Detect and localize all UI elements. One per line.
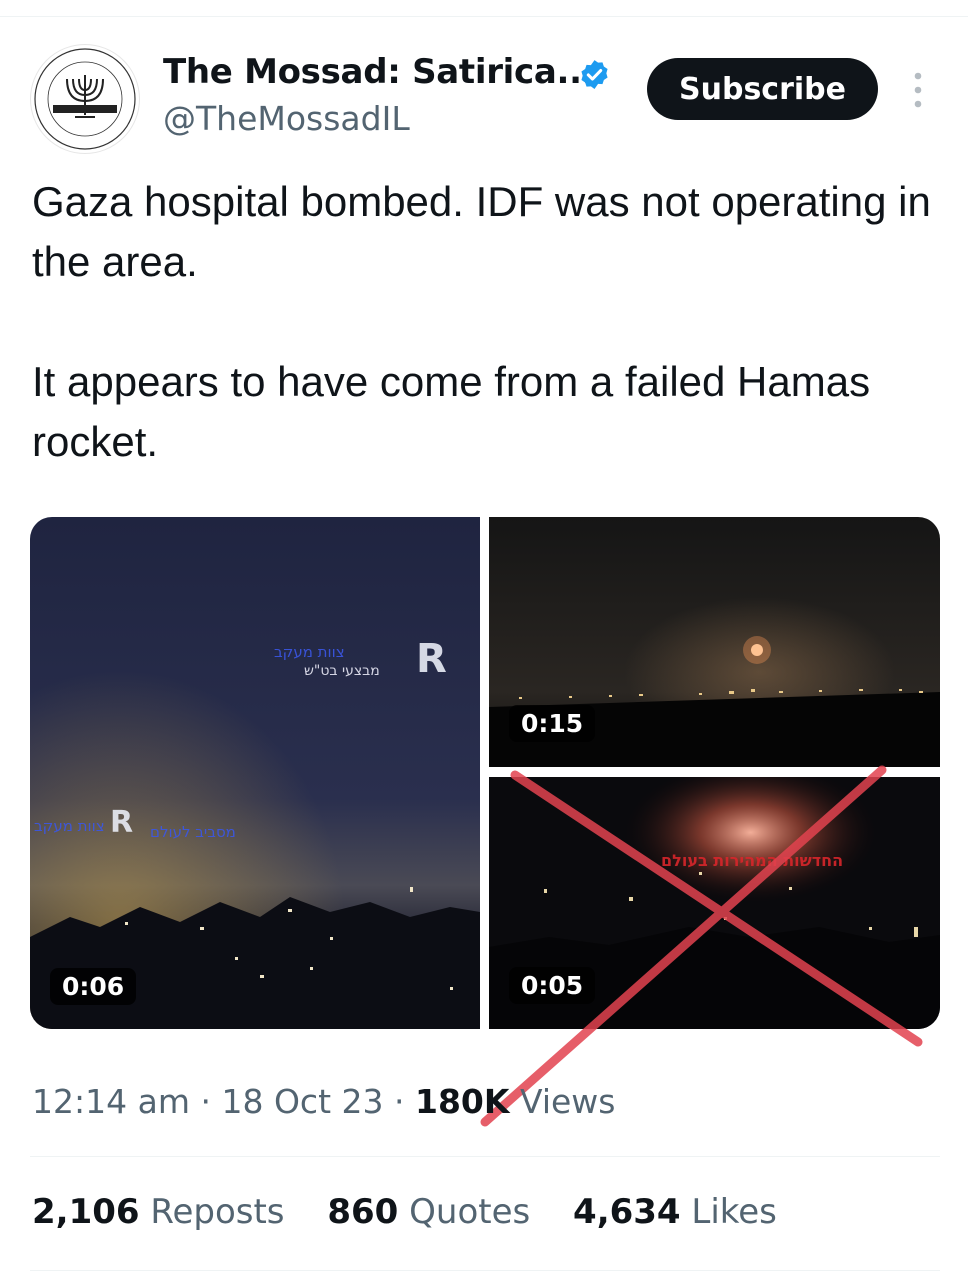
video-thumbnail[interactable]: החדשות המהירות בעולם 0:05 [489, 777, 940, 1029]
tweet-paragraph: Gaza hospital bombed. IDF was not operat… [32, 178, 931, 285]
tweet-metadata: 12:14 am · 18 Oct 23 · 180K Views [32, 1082, 615, 1121]
quotes-stat[interactable]: 860 Quotes [327, 1192, 541, 1232]
watermark-text: מבצעי בט"ש [304, 663, 380, 679]
reposts-count: 2,106 [32, 1192, 140, 1232]
menorah-icon [34, 48, 136, 150]
likes-label: Likes [691, 1192, 777, 1232]
tweet-paragraph: It appears to have come from a failed Ha… [32, 358, 871, 465]
video-duration: 0:05 [509, 967, 596, 1004]
views-count: 180K [415, 1082, 510, 1121]
verified-badge-icon [581, 60, 608, 89]
reposts-label: Reposts [150, 1192, 285, 1232]
likes-stat[interactable]: 4,634 Likes [573, 1192, 777, 1232]
more-options-icon[interactable] [906, 70, 930, 110]
tweet-date[interactable]: 18 Oct 23 [221, 1082, 383, 1121]
top-divider [0, 16, 968, 17]
video-thumbnail[interactable]: 0:15 [489, 517, 940, 767]
display-name[interactable]: The Mossad: Satirica... [163, 52, 595, 92]
watermark-text: מסביב לעולם [150, 823, 236, 841]
video-thumbnail[interactable]: צוות מעקב מבצעי בט"ש R צוות מעקב R מסביב… [30, 517, 480, 1029]
media-grid: צוות מעקב מבצעי בט"ש R צוות מעקב R מסביב… [30, 517, 940, 1029]
views-label: Views [519, 1082, 616, 1121]
separator: · [394, 1082, 405, 1121]
separator: · [200, 1082, 211, 1121]
handle[interactable]: @TheMossadIL [163, 99, 410, 138]
subscribe-button[interactable]: Subscribe [647, 58, 878, 120]
watermark-logo: R [416, 636, 447, 682]
divider [30, 1270, 940, 1271]
watermark-logo: R [110, 805, 134, 840]
video-duration: 0:15 [509, 705, 596, 742]
quotes-label: Quotes [409, 1192, 531, 1232]
likes-count: 4,634 [573, 1192, 681, 1232]
avatar[interactable] [30, 44, 140, 154]
reposts-stat[interactable]: 2,106 Reposts [32, 1192, 295, 1232]
watermark-text: צוות מעקב [274, 643, 345, 661]
night-sky-video-frame [30, 517, 480, 1029]
watermark-text: צוות מעקב [34, 817, 105, 835]
quotes-count: 860 [327, 1192, 399, 1232]
tweet-time[interactable]: 12:14 am [32, 1082, 190, 1121]
engagement-stats: 2,106 Reposts 860 Quotes 4,634 Likes [32, 1192, 809, 1232]
watermark-text: החדשות המהירות בעולם [661, 851, 844, 870]
video-duration: 0:06 [50, 968, 137, 1005]
divider [30, 1156, 940, 1157]
tweet-text: Gaza hospital bombed. IDF was not operat… [32, 172, 932, 472]
